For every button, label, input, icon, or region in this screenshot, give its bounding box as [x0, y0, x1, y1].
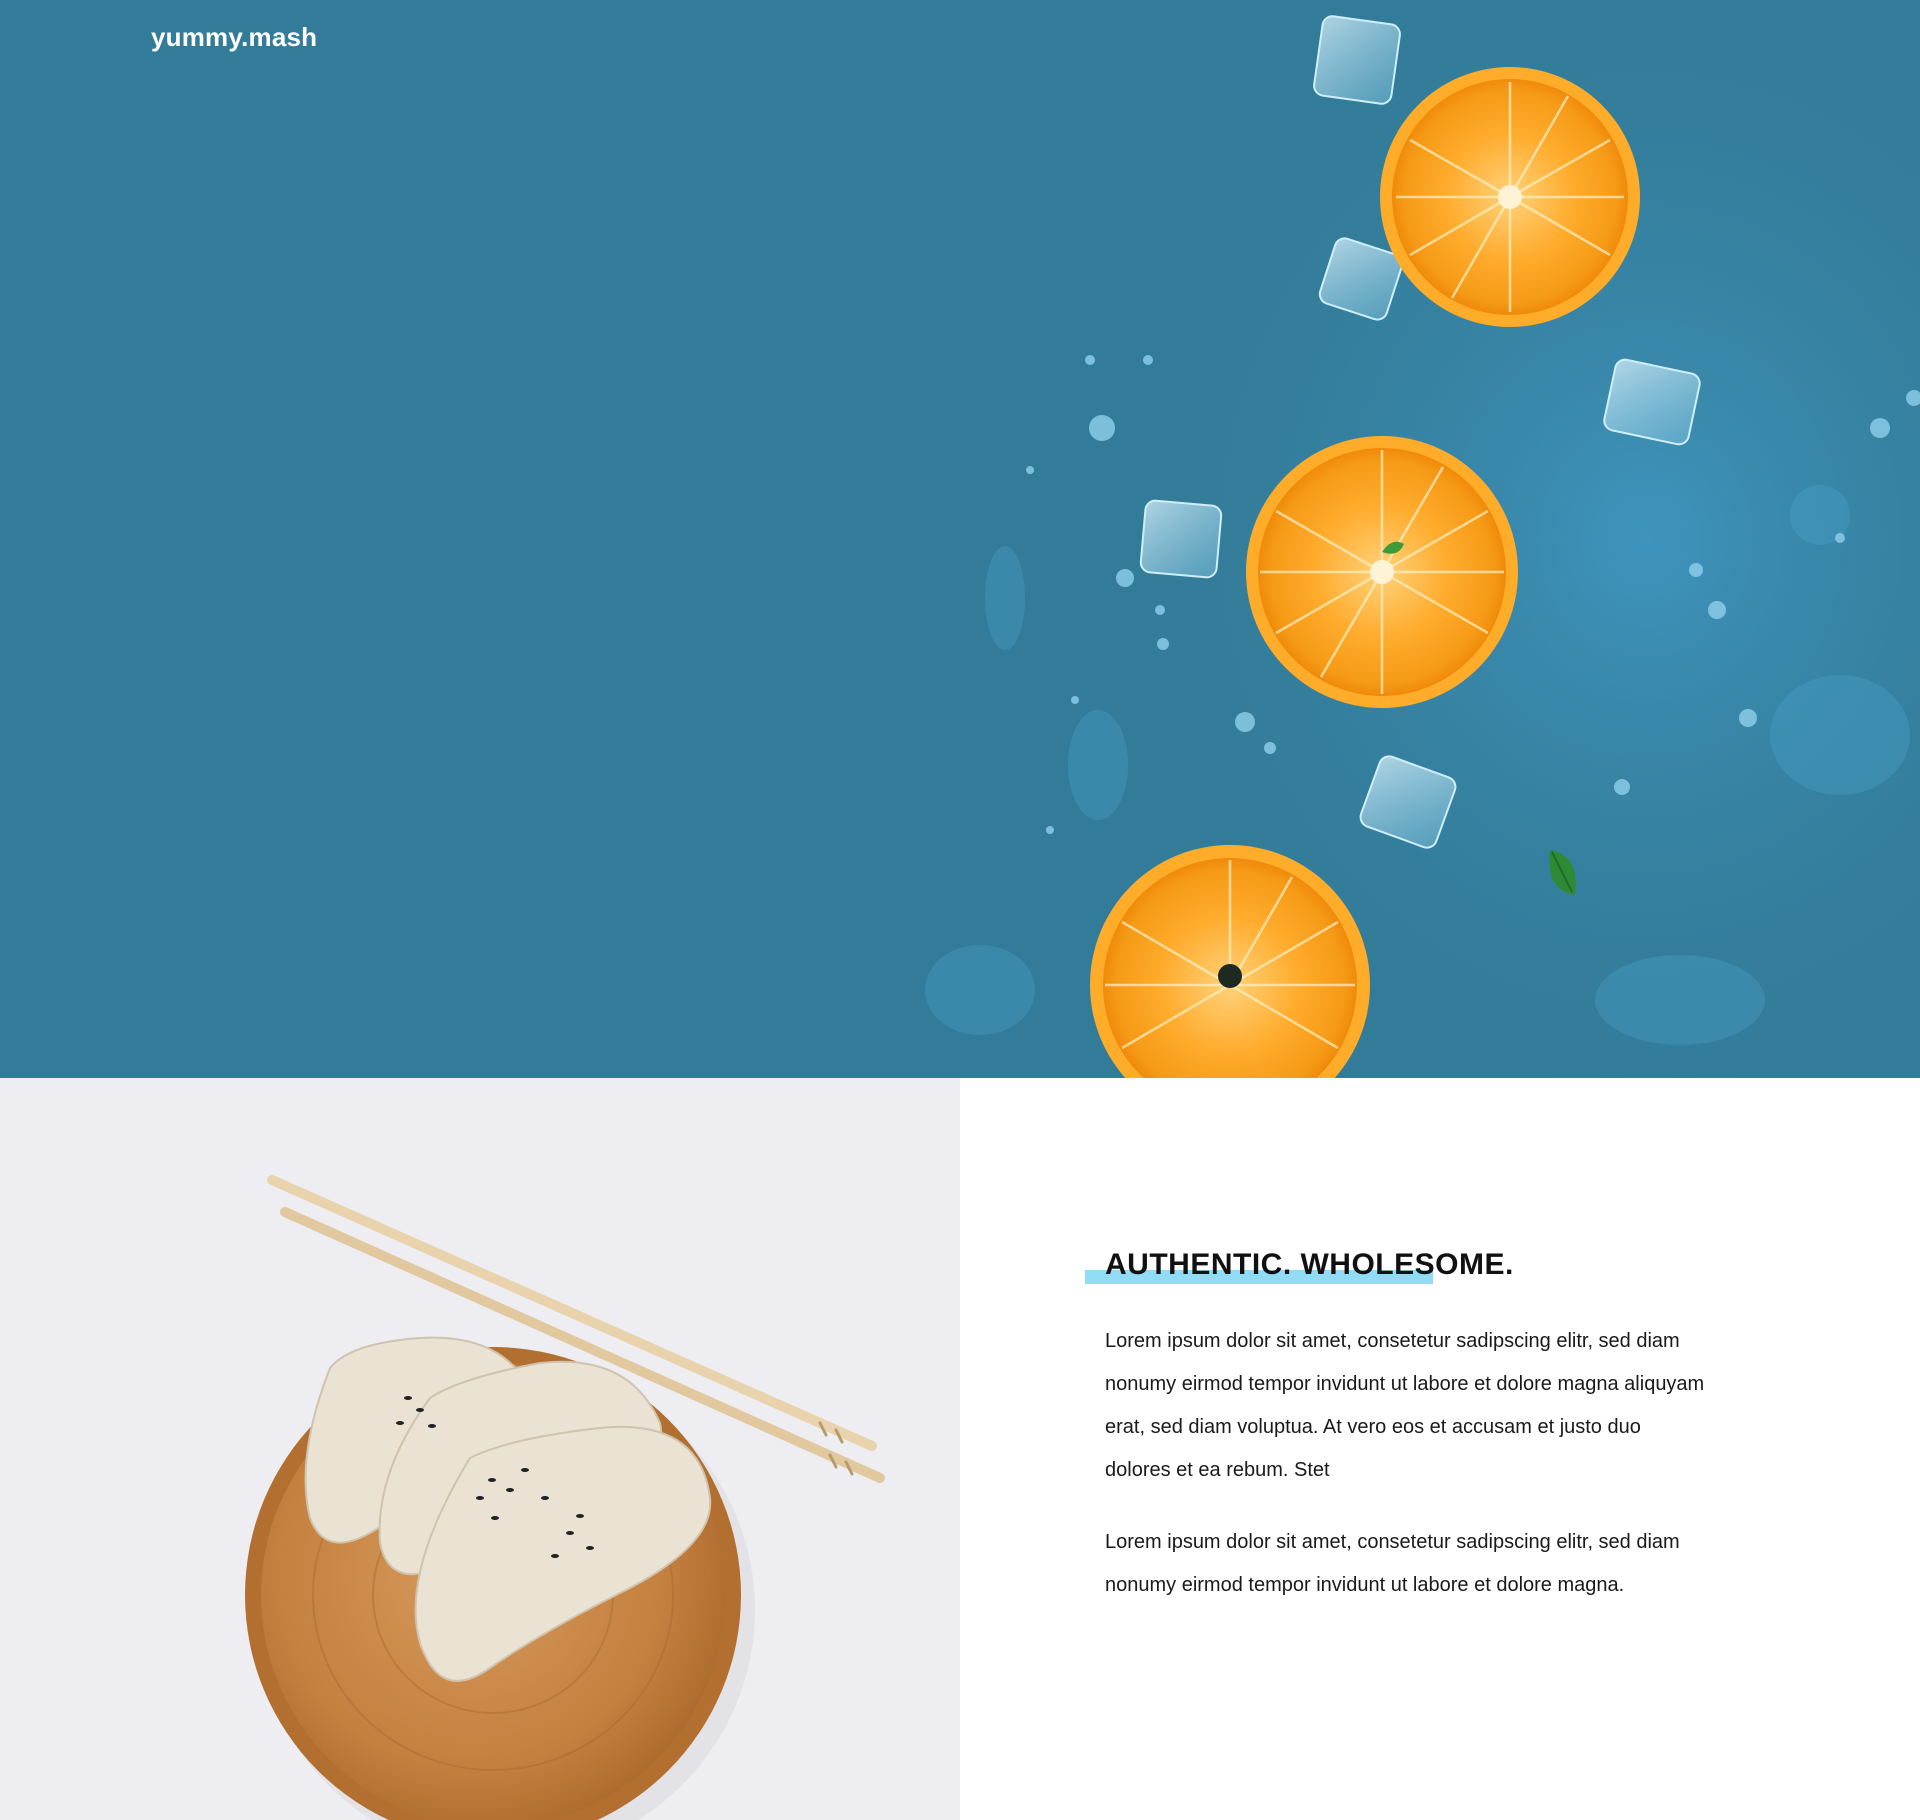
dumplings-image [0, 1078, 960, 1820]
hero-image-oranges [925, 0, 1920, 1078]
feature-paragraph-2: Lorem ipsum dolor sit amet, consetetur s… [1105, 1531, 1680, 1596]
feature-headline: AUTHENTIC. WHOLESOME. [1105, 1248, 1514, 1281]
hero-section: yummy.mash [0, 0, 1920, 1078]
site-logo[interactable]: yummy.mash [151, 22, 317, 53]
feature-paragraph-1: Lorem ipsum dolor sit amet, consetetur s… [1105, 1330, 1705, 1481]
headline-block: AUTHENTIC. WHOLESOME. [1085, 1248, 1514, 1284]
